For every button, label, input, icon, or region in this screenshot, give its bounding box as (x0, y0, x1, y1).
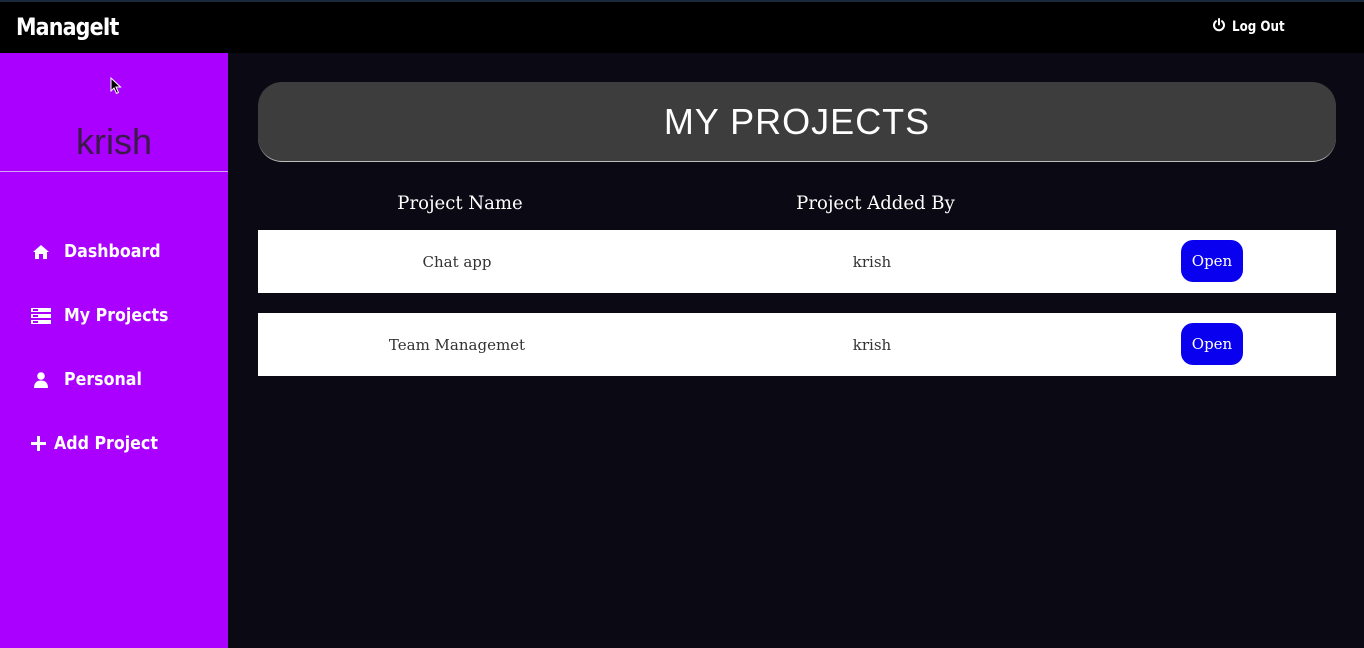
sidebar-item-label: My Projects (64, 305, 169, 326)
page-title-panel: MY PROJECTS (258, 82, 1336, 162)
sidebar-username: krish (75, 121, 152, 162)
page-title: MY PROJECTS (663, 100, 931, 142)
top-navbar: ManageIt Log Out (0, 0, 1364, 53)
logout-label: Log Out (1232, 19, 1285, 35)
brand-logo[interactable]: ManageIt (16, 13, 119, 41)
logout-button[interactable]: Log Out (1212, 18, 1294, 36)
table-row: Team Managemet krish Open (258, 313, 1336, 376)
sidebar-item-label: Dashboard (64, 241, 161, 262)
project-added-by-cell: krish (852, 335, 892, 354)
sidebar-item-label: Add Project (54, 433, 158, 454)
column-header-added-by: Project Added By (796, 192, 955, 214)
sidebar-item-label: Personal (64, 369, 142, 390)
sidebar-item-personal[interactable]: Personal (30, 369, 153, 390)
project-name-cell: Team Managemet (388, 335, 526, 354)
project-added-by-cell: krish (852, 252, 892, 271)
sidebar: krish Dashboard My Projects Personal Add… (0, 53, 228, 648)
server-icon (30, 306, 52, 326)
mouse-cursor-icon (110, 76, 122, 100)
user-icon (30, 370, 52, 390)
home-icon (30, 242, 52, 262)
sidebar-item-my-projects[interactable]: My Projects (30, 305, 183, 326)
table-row: Chat app krish Open (258, 230, 1336, 293)
sidebar-divider (0, 171, 228, 172)
power-icon (1212, 18, 1226, 36)
sidebar-item-add-project[interactable]: Add Project (30, 433, 172, 454)
open-project-button[interactable]: Open (1181, 323, 1243, 365)
open-project-button[interactable]: Open (1181, 240, 1243, 282)
project-name-cell: Chat app (422, 252, 492, 271)
plus-icon (30, 434, 46, 454)
sidebar-item-dashboard[interactable]: Dashboard (30, 241, 174, 262)
column-header-project-name: Project Name (397, 192, 523, 214)
